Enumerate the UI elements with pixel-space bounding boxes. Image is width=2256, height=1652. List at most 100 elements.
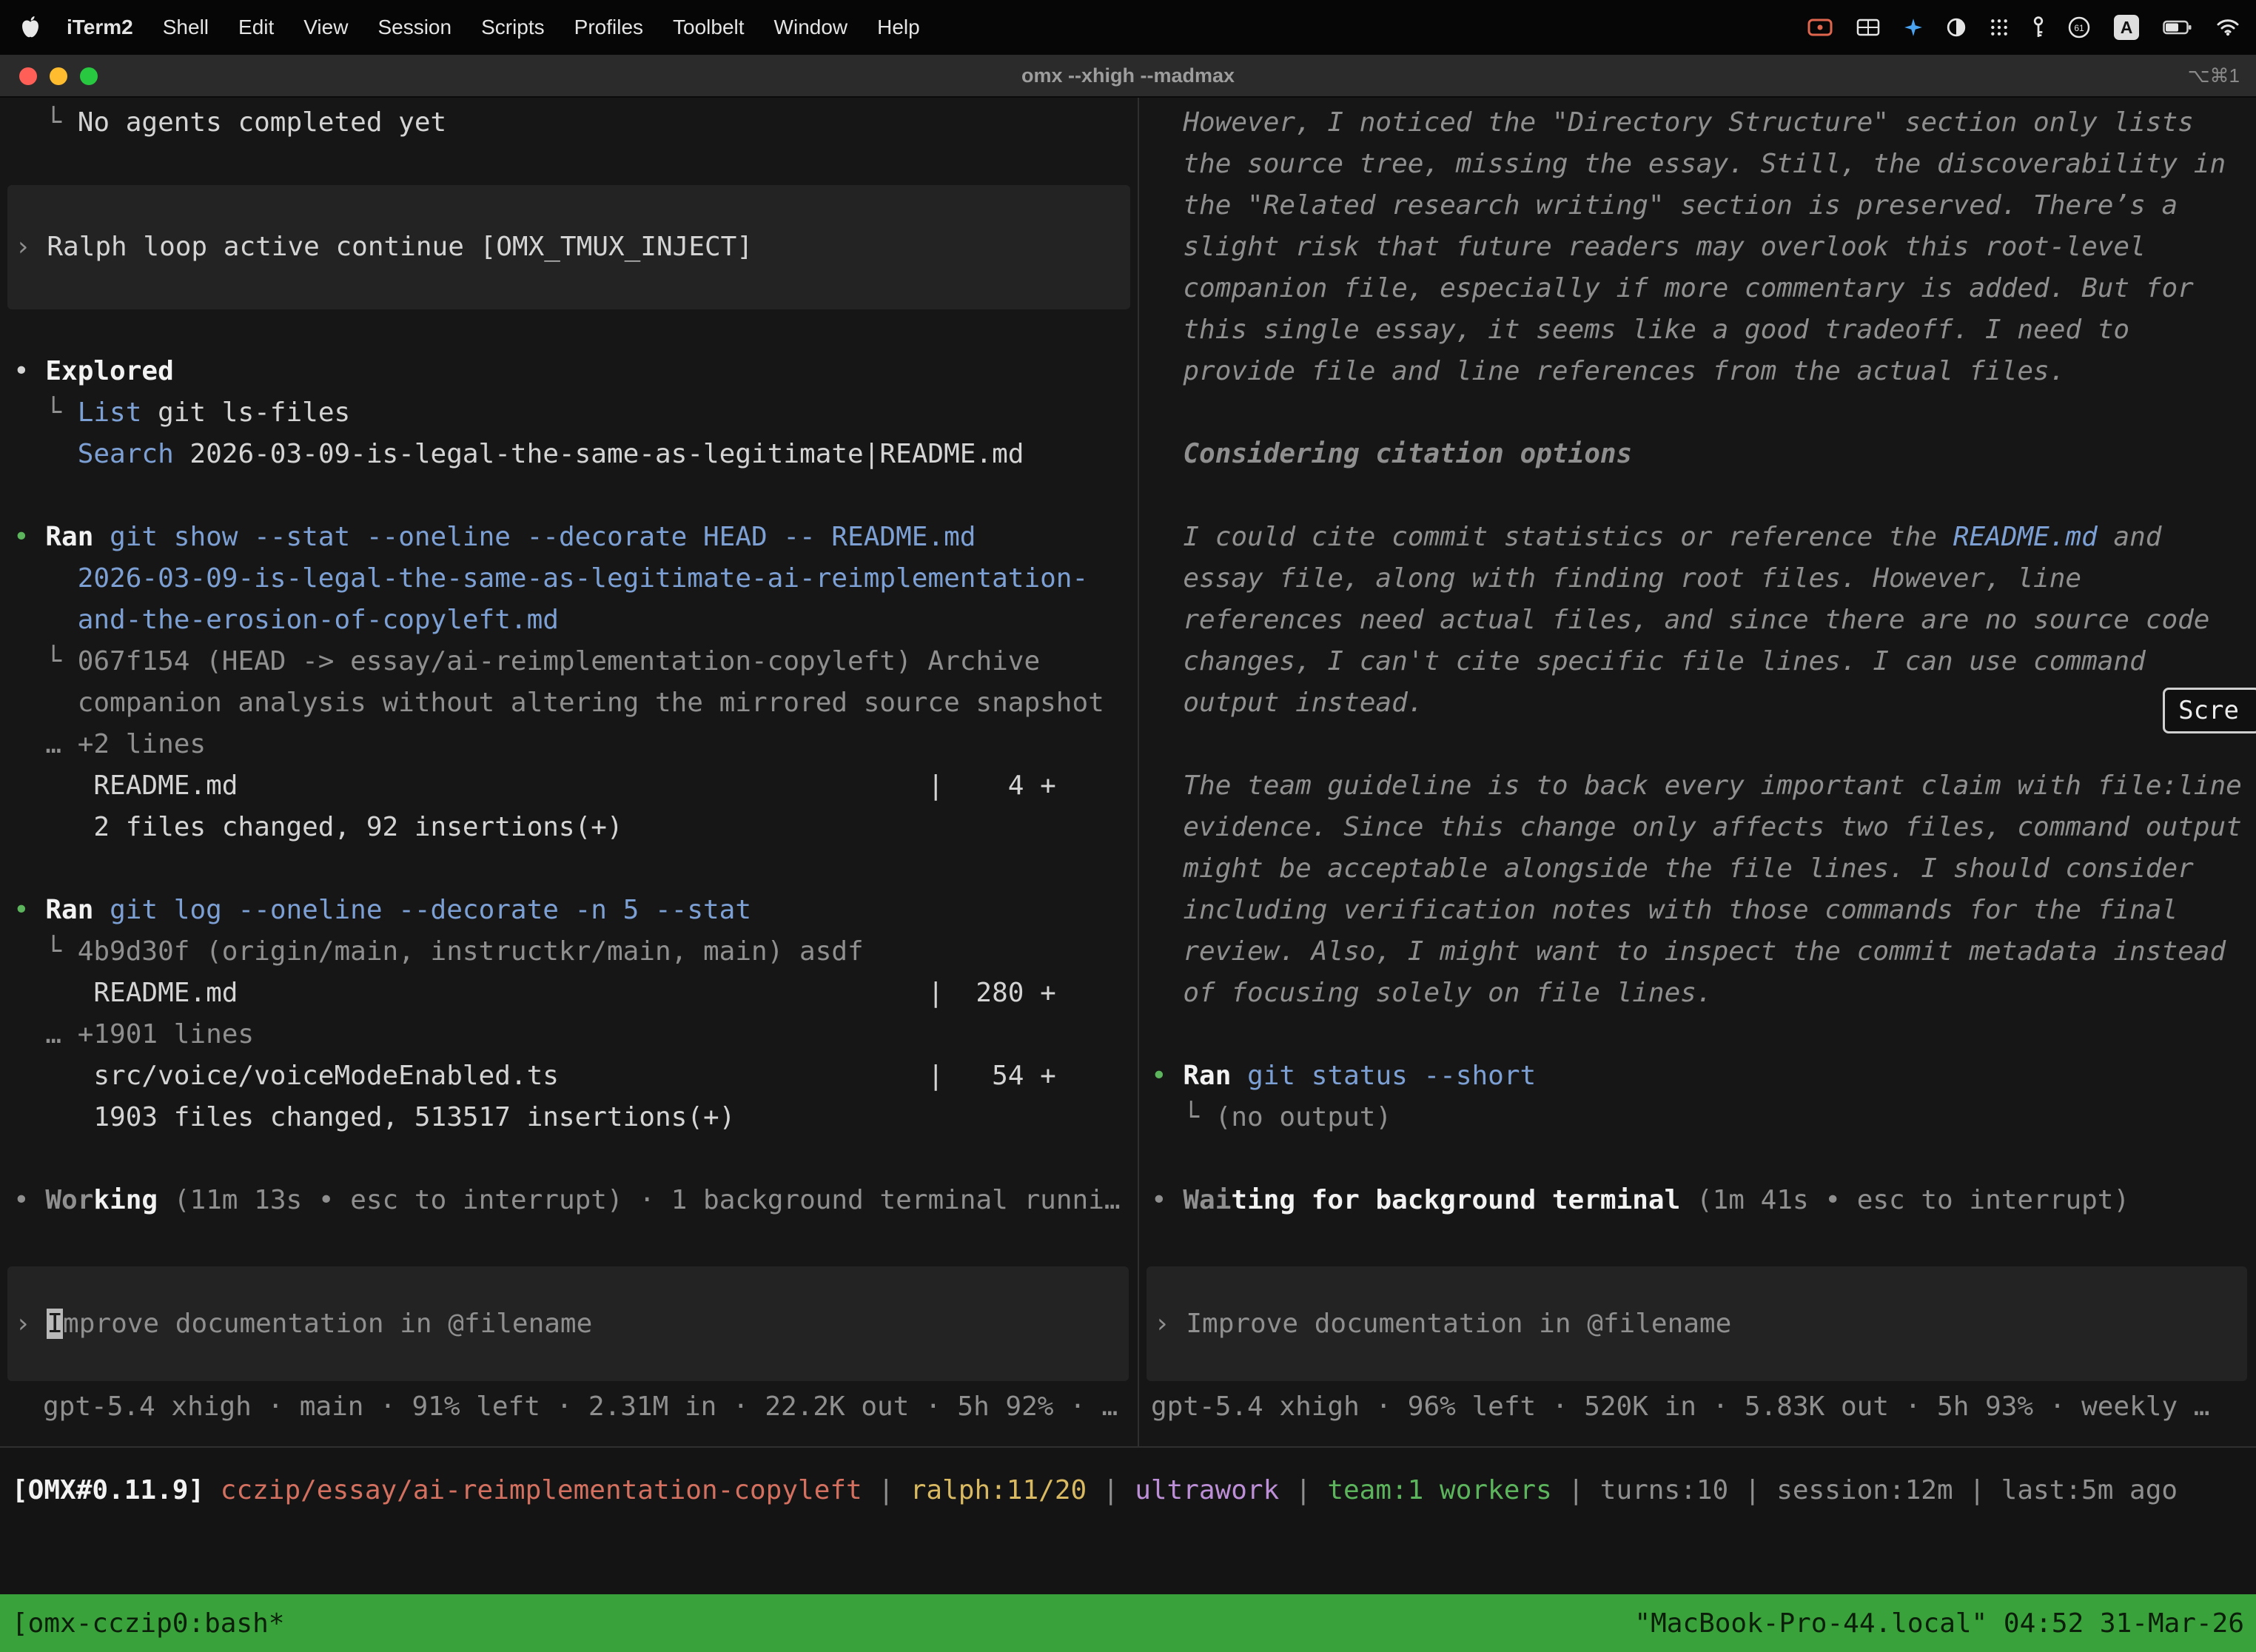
right-model-statusline: gpt-5.4 xhigh · 96% left · 520K in · 5.8…	[1139, 1386, 2256, 1428]
terminal-line: changes, I can't cite specific file line…	[1151, 641, 2256, 682]
right-terminal-pane: However, I noticed the "Directory Struct…	[1139, 98, 2256, 1446]
dots-grid-icon[interactable]	[1990, 18, 2009, 37]
terminal-line: … +2 lines	[13, 724, 1138, 765]
menu-item[interactable]: Shell	[163, 16, 209, 39]
terminal-line: this single essay, it seems like a good …	[1151, 309, 2256, 351]
terminal-line: companion file, especially if more comme…	[1151, 268, 2256, 309]
wifi-icon[interactable]	[2216, 18, 2240, 37]
terminal-line: slight risk that future readers may over…	[1151, 226, 2256, 268]
terminal-line: └ (no output)	[1151, 1097, 2256, 1138]
terminal-line: 1903 files changed, 513517 insertions(+)	[13, 1097, 1138, 1138]
terminal-line: However, I noticed the "Directory Struct…	[1151, 102, 2256, 144]
menu-item[interactable]: Window	[774, 16, 848, 39]
terminal-line: provide file and line references from th…	[1151, 351, 2256, 392]
terminal-line: output instead.	[1151, 682, 2256, 724]
screen-recording-indicator-icon[interactable]	[1807, 19, 1833, 36]
svg-text:61: 61	[2074, 23, 2084, 33]
terminal-line: README.md | 280 +	[13, 973, 1138, 1014]
tmux-session-name: [omx-cczip0:bash*	[12, 1608, 284, 1639]
key-icon[interactable]	[2032, 16, 2044, 38]
terminal-line: references need actual files, and since …	[1151, 600, 2256, 641]
menu-item[interactable]: Profiles	[574, 16, 643, 39]
left-prompt-input[interactable]: › Improve documentation in @filename	[7, 1266, 1129, 1381]
prompt-chevron: ›	[1154, 1309, 1186, 1339]
tmux-host-clock: "MacBook-Pro-44.local" 04:52 31-Mar-26	[1634, 1608, 2244, 1639]
left-scrollback-main: • Explored └ List git ls-files Search 20…	[0, 309, 1138, 1221]
terminal-line: the source tree, missing the essay. Stil…	[1151, 144, 2256, 185]
terminal-line: including verification notes with those …	[1151, 890, 2256, 931]
contrast-circle-icon[interactable]	[1947, 18, 1966, 37]
terminal-line: README.md | 4 +	[13, 765, 1138, 807]
terminal-line: • Ran git show --stat --oneline --decora…	[13, 517, 1138, 558]
terminal-line: • Waiting for background terminal (1m 41…	[1151, 1180, 2256, 1221]
terminal-line	[13, 475, 1138, 517]
terminal-line: • Working (11m 13s • esc to interrupt) ·…	[13, 1180, 1138, 1221]
terminal-line: └ No agents completed yet	[13, 102, 1138, 144]
terminal-line	[13, 309, 1138, 351]
left-scrollback-top: └ No agents completed yet	[0, 102, 1138, 185]
menu-item[interactable]: Toolbelt	[673, 16, 745, 39]
terminal-line: • Ran git log --oneline --decorate -n 5 …	[13, 890, 1138, 931]
right-scrollback: However, I noticed the "Directory Struct…	[1139, 102, 2256, 1221]
terminal-line: src/voice/voiceModeEnabled.ts | 54 +	[13, 1055, 1138, 1097]
omx-session-statusline: [OMX#0.11.9] cczip/essay/ai-reimplementa…	[0, 1470, 2256, 1511]
window-title-bar: omx --xhigh --madmax ⌥⌘1	[0, 55, 2256, 98]
right-prompt-input[interactable]: › Improve documentation in @filename	[1147, 1266, 2247, 1381]
terminal-line: of focusing solely on file lines.	[1151, 973, 2256, 1014]
terminal-line: └ 4b9d30f (origin/main, instructkr/main,…	[13, 931, 1138, 973]
tmux-inject-banner: › Ralph loop active continue [OMX_TMUX_I…	[7, 185, 1130, 309]
battery-icon[interactable]	[2163, 19, 2192, 36]
terminal-line: gpt-5.4 xhigh · main · 91% left · 2.31M …	[43, 1386, 1138, 1428]
terminal-line	[13, 1138, 1138, 1180]
terminal-line: • Explored	[13, 351, 1138, 392]
terminal-line: essay file, along with finding root file…	[1151, 558, 2256, 600]
terminal-line	[1151, 475, 2256, 517]
terminal-line: might be acceptable alongside the file l…	[1151, 848, 2256, 890]
terminal-line: evidence. Since this change only affects…	[1151, 807, 2256, 848]
terminal-line: review. Also, I might want to inspect th…	[1151, 931, 2256, 973]
menu-status-icons: 61 A	[1807, 15, 2240, 40]
battery-circle-icon[interactable]: 61	[2068, 16, 2090, 38]
tmux-inject-line: › Ralph loop active continue [OMX_TMUX_I…	[15, 226, 753, 268]
terminal-line	[1151, 724, 2256, 765]
menu-items: Shell Edit View Session Scripts Profiles Toolb…	[163, 16, 920, 39]
terminal-line: [OMX#0.11.9] cczip/essay/ai-reimplementa…	[12, 1470, 2256, 1511]
terminal-line: gpt-5.4 xhigh · 96% left · 520K in · 5.8…	[1151, 1386, 2256, 1428]
terminal-line: › Ralph loop active continue [OMX_TMUX_I…	[15, 226, 753, 268]
terminal-line: companion analysis without altering the …	[13, 682, 1138, 724]
tooltip-popup: Scre	[2163, 688, 2256, 733]
menu-item[interactable]: Session	[377, 16, 451, 39]
prompt-text: Improve documentation in @filename	[1186, 1309, 1731, 1339]
window-title: omx --xhigh --madmax	[0, 55, 2256, 96]
terminal-line	[1151, 1014, 2256, 1055]
apple-icon	[21, 16, 40, 38]
terminal-line: Considering citation options	[1151, 434, 2256, 475]
terminal-line: The team guideline is to back every impo…	[1151, 765, 2256, 807]
terminal-line: … +1901 lines	[13, 1014, 1138, 1055]
left-terminal-pane: └ No agents completed yet › Ralph loop a…	[0, 98, 1139, 1446]
left-model-statusline: gpt-5.4 xhigh · main · 91% left · 2.31M …	[0, 1386, 1138, 1428]
terminal-line: I could cite commit statistics or refere…	[1151, 517, 2256, 558]
input-source-icon[interactable]: A	[2114, 15, 2139, 40]
terminal-line: Search 2026-03-09-is-legal-the-same-as-l…	[13, 434, 1138, 475]
terminal-line	[1151, 392, 2256, 434]
prompt-text: mprove documentation in @filename	[63, 1309, 592, 1339]
menu-item[interactable]: View	[303, 16, 348, 39]
menu-item-app[interactable]: iTerm2	[67, 16, 133, 39]
terminal-line: • Ran git status --short	[1151, 1055, 2256, 1097]
window-grid-icon[interactable]	[1856, 19, 1880, 36]
text-cursor: I	[47, 1309, 63, 1339]
terminal-line	[1151, 1138, 2256, 1180]
apple-menu[interactable]	[21, 16, 40, 38]
terminal-line: and-the-erosion-of-copyleft.md	[13, 600, 1138, 641]
terminal-line	[13, 848, 1138, 890]
spark-icon[interactable]	[1904, 18, 1923, 37]
menu-item[interactable]: Edit	[238, 16, 274, 39]
prompt-chevron: ›	[15, 1309, 47, 1339]
terminal-line: 2026-03-09-is-legal-the-same-as-legitima…	[13, 558, 1138, 600]
window-shortcut-badge: ⌥⌘1	[2188, 55, 2240, 96]
menu-bar: iTerm2 Shell Edit View Session Scripts Profil…	[0, 0, 2256, 55]
menu-item[interactable]: Scripts	[481, 16, 545, 39]
terminal-line: 2 files changed, 92 insertions(+)	[13, 807, 1138, 848]
menu-item[interactable]: Help	[877, 16, 920, 39]
